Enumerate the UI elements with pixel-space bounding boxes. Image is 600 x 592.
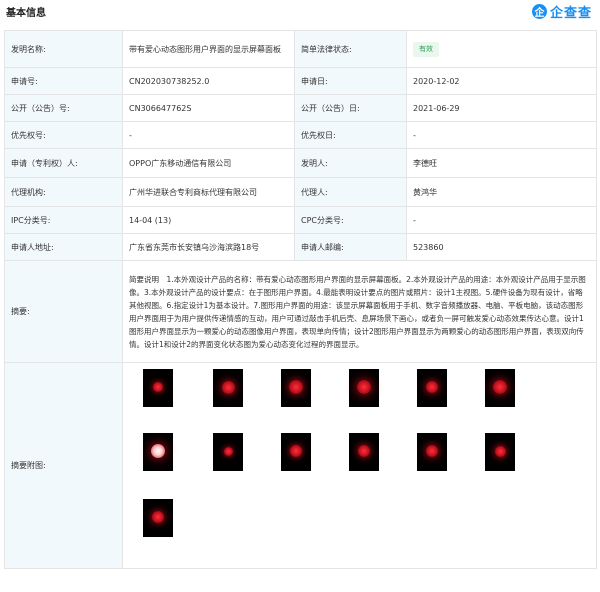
label-priority-no: 优先权号: (4, 121, 123, 149)
design-thumbnail[interactable] (281, 433, 311, 471)
table-row: 公开（公告）号: CN306647762S 公开（公告）日: 2021-06-2… (4, 94, 597, 122)
patent-info-table: 发明名称: 带有爱心动态图形用户界面的显示屏幕面板 简单法律状态: 有效 申请号… (4, 30, 597, 569)
heart-icon (223, 446, 233, 456)
heart-icon (494, 445, 506, 457)
design-thumbnail[interactable] (143, 499, 173, 537)
label-applicant: 申请（专利权）人: (4, 148, 123, 178)
value-address: 广东省东莞市长安镇乌沙海滨路18号 (122, 233, 295, 261)
label-postcode: 申请人邮编: (294, 233, 407, 261)
heart-icon (493, 380, 507, 394)
value-app-date: 2020-12-02 (406, 67, 597, 95)
value-title: 带有爱心动态图形用户界面的显示屏幕面板 (122, 30, 295, 68)
label-agent: 代理人: (294, 177, 407, 207)
design-thumbnail[interactable] (417, 433, 447, 471)
label-inventor: 发明人: (294, 148, 407, 178)
heart-icon (221, 380, 235, 394)
abstract-text: 简要说明 1.本外观设计产品的名称：带有爱心动态图形用户界面的显示屏幕面板。2.… (122, 260, 597, 363)
label-title: 发明名称: (4, 30, 123, 68)
design-thumbnail[interactable] (143, 433, 173, 471)
applicant-link[interactable]: OPPO广东移动通信有限公司 (122, 148, 295, 178)
value-agent: 黄鸿华 (406, 177, 597, 207)
value-priority-no: - (122, 121, 295, 149)
design-thumbnail[interactable] (485, 433, 515, 471)
design-thumbnail[interactable] (281, 369, 311, 407)
table-row: 代理机构: 广州华进联合专利商标代理有限公司 代理人: 黄鸿华 (4, 177, 597, 207)
heart-icon (152, 511, 164, 523)
table-row: 申请号: CN202030738252.0 申请日: 2020-12-02 (4, 67, 597, 95)
design-thumbnail[interactable] (417, 369, 447, 407)
label-ipc: IPC分类号: (4, 206, 123, 234)
design-thumbnail[interactable] (213, 433, 243, 471)
label-attachment: 摘要附图: (4, 362, 123, 569)
brand-name: 企查查 (549, 5, 592, 21)
heart-icon (426, 381, 438, 393)
table-row: IPC分类号: 14-04 (13) CPC分类号: - (4, 206, 597, 234)
value-postcode: 523860 (406, 233, 597, 261)
design-thumbnail[interactable] (349, 433, 379, 471)
heart-icon (290, 445, 302, 457)
header: 基本信息 企 企查查 (0, 0, 600, 24)
label-app-date: 申请日: (294, 67, 407, 95)
table-row: 摘要: 简要说明 1.本外观设计产品的名称：带有爱心动态图形用户界面的显示屏幕面… (4, 260, 597, 363)
value-pub-no: CN306647762S (122, 94, 295, 122)
label-abstract: 摘要: (4, 260, 123, 363)
design-thumbnail[interactable] (485, 369, 515, 407)
label-priority-date: 优先权日: (294, 121, 407, 149)
label-agency: 代理机构: (4, 177, 123, 207)
heart-icon (358, 445, 370, 457)
label-app-no: 申请号: (4, 67, 123, 95)
value-app-no: CN202030738252.0 (122, 67, 295, 95)
value-priority-date: - (406, 121, 597, 149)
section-title: 基本信息 (6, 8, 46, 19)
value-cpc: - (406, 206, 597, 234)
table-row: 优先权号: - 优先权日: - (4, 121, 597, 149)
table-row: 发明名称: 带有爱心动态图形用户界面的显示屏幕面板 简单法律状态: 有效 (4, 30, 597, 68)
label-pub-date: 公开（公告）日: (294, 94, 407, 122)
table-row: 摘要附图: (4, 362, 597, 569)
heart-icon (153, 382, 163, 392)
design-thumbnail[interactable] (143, 369, 173, 407)
qcc-logo-icon: 企 (531, 3, 547, 19)
label-cpc: CPC分类号: (294, 206, 407, 234)
label-pub-no: 公开（公告）号: (4, 94, 123, 122)
heart-icon (151, 444, 165, 458)
design-thumbnail[interactable] (349, 369, 379, 407)
value-pub-date: 2021-06-29 (406, 94, 597, 122)
status-badge: 有效 (413, 41, 439, 57)
agency-link[interactable]: 广州华进联合专利商标代理有限公司 (122, 177, 295, 207)
design-thumbnail[interactable] (213, 369, 243, 407)
label-address: 申请人地址: (4, 233, 123, 261)
thumbnail-grid (123, 363, 596, 568)
heart-icon (426, 445, 438, 457)
heart-icon (357, 380, 371, 394)
brand-logo[interactable]: 企 企查查 (531, 2, 592, 21)
table-row: 申请（专利权）人: OPPO广东移动通信有限公司 发明人: 李德旺 (4, 148, 597, 178)
heart-icon (289, 380, 303, 394)
table-row: 申请人地址: 广东省东莞市长安镇乌沙海滨路18号 申请人邮编: 523860 (4, 233, 597, 261)
value-ipc: 14-04 (13) (122, 206, 295, 234)
label-legal-status: 简单法律状态: (294, 30, 407, 68)
value-inventor: 李德旺 (406, 148, 597, 178)
